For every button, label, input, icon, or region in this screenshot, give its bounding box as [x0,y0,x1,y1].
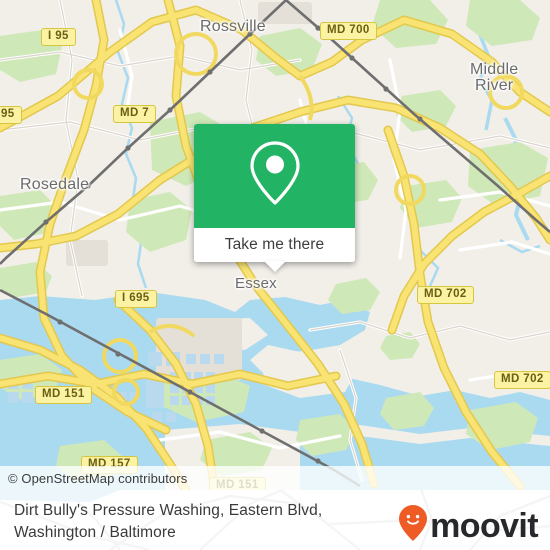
take-me-there-button[interactable]: Take me there [194,228,355,262]
map-attribution-text: © OpenStreetMap contributors [8,470,188,486]
moovit-logo[interactable]: moovit [398,504,539,547]
moovit-smiley-pin-icon [398,504,428,547]
shield-md-702-b[interactable]: MD 702 [494,371,550,389]
map-attribution[interactable]: © OpenStreetMap contributors [0,466,550,490]
screenshot-root: Rossville Middle River Rosedale Essex I 9… [0,0,550,550]
shield-i-695[interactable]: I 695 [115,290,157,308]
location-pin-icon [248,140,302,213]
card-image-area [194,124,355,228]
shield-md-7[interactable]: MD 7 [113,105,157,123]
place-title: Dirt Bully's Pressure Washing, Eastern B… [14,502,323,541]
moovit-wordmark: moovit [430,506,538,545]
footer-bar: Dirt Bully's Pressure Washing, Eastern B… [0,490,550,550]
shield-md-702-a[interactable]: MD 702 [417,286,474,304]
callout-pointer [263,261,286,272]
location-callout-card[interactable]: Take me there [194,124,355,272]
shield-i-95[interactable]: I 95 [41,28,76,46]
shield-md-151-a[interactable]: MD 151 [35,386,92,404]
shield-md-700[interactable]: MD 700 [320,22,377,40]
shield-95[interactable]: 95 [0,106,22,124]
